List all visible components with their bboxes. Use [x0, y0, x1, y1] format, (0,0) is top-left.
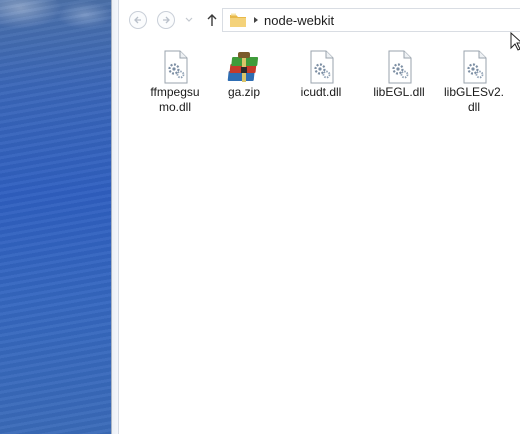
file-name-line2: mo.dll	[158, 100, 191, 114]
file-name: icudt.dll	[283, 85, 359, 100]
explorer-window: node-webkit ffmpegsu mo.dll ga.zip icudt…	[111, 0, 520, 434]
dll-file-icon	[463, 50, 487, 84]
dll-file-icon	[388, 50, 412, 84]
file-name-line1: ffmpegsu	[150, 85, 200, 99]
dll-file-icon	[310, 50, 334, 84]
file-item[interactable]: libGLESv2. dll	[436, 49, 512, 115]
file-name-line2: dll	[467, 100, 480, 114]
file-name: libGLESv2. dll	[436, 85, 512, 115]
file-name-line1: libGLESv2.	[443, 85, 505, 99]
forward-button[interactable]	[157, 11, 175, 29]
file-name: libEGL.dll	[361, 85, 437, 100]
arrow-left-icon	[134, 16, 141, 24]
file-item[interactable]: icudt.dll	[283, 49, 359, 100]
file-name-line1: libEGL.dll	[373, 85, 425, 99]
file-name: ffmpegsu mo.dll	[137, 85, 213, 115]
recent-locations-chevron-down-icon[interactable]	[185, 17, 193, 23]
back-button[interactable]	[129, 11, 147, 29]
folder-icon	[230, 13, 246, 27]
arrow-right-icon	[163, 16, 170, 24]
zip-archive-icon	[227, 52, 259, 82]
file-name: ga.zip	[206, 85, 282, 100]
breadcrumb-node-webkit[interactable]: node-webkit	[264, 13, 334, 28]
file-item[interactable]: libEGL.dll	[361, 49, 437, 100]
window-border	[111, 0, 119, 434]
file-item[interactable]: ffmpegsu mo.dll	[137, 49, 213, 115]
mouse-cursor-icon	[510, 32, 520, 51]
file-list: ffmpegsu mo.dll ga.zip icudt.dll libEGL.…	[119, 39, 520, 434]
desktop-background	[0, 0, 111, 434]
file-name-line1: icudt.dll	[300, 85, 342, 99]
breadcrumb-chevron-right-icon[interactable]	[253, 16, 259, 24]
navigation-bar: node-webkit	[119, 0, 520, 39]
up-arrow-icon[interactable]	[205, 12, 219, 28]
address-bar[interactable]: node-webkit	[222, 8, 520, 32]
file-name-line1: ga.zip	[227, 85, 261, 99]
file-item[interactable]: ga.zip	[206, 49, 282, 100]
dll-file-icon	[164, 50, 188, 84]
